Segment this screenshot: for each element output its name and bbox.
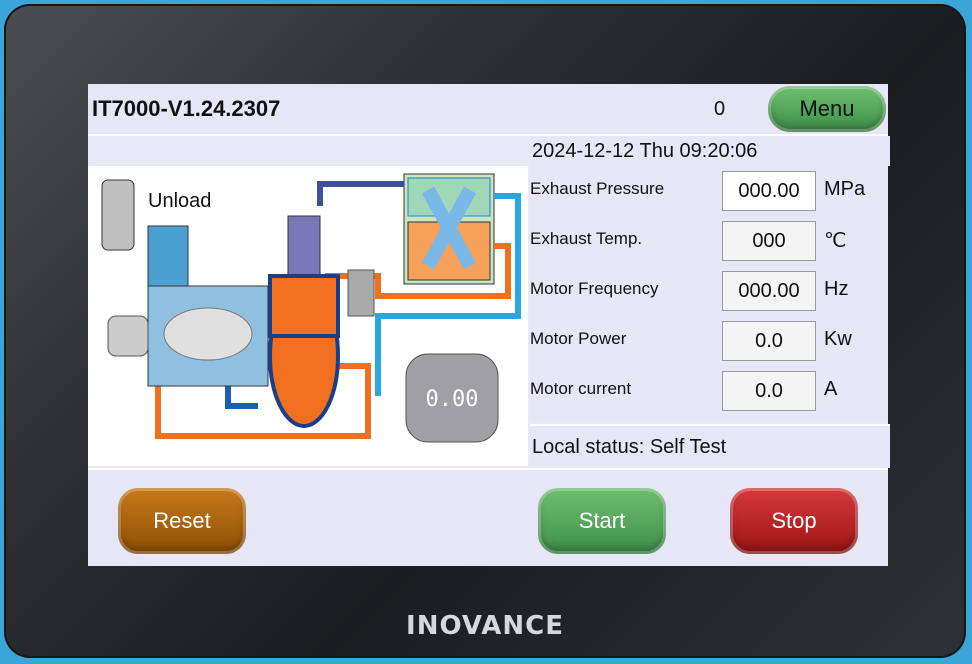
separator-icon [287, 215, 321, 277]
device-bezel: INOVANCE IT7000-V1.24.2307 0 Menu 2024-1… [4, 4, 966, 658]
local-status: Local status: Self Test [530, 424, 890, 468]
reading-unit: Kw [824, 328, 852, 350]
reset-button[interactable]: Reset [118, 488, 246, 554]
hmi-screen: IT7000-V1.24.2307 0 Menu 2024-12-12 Thu … [88, 84, 890, 566]
reading-value: 000.00 [722, 271, 816, 311]
reading-row-exhaust-pressure: Exhaust Pressure 000.00 MPa [530, 166, 888, 212]
mode-label: Unload [148, 190, 212, 212]
reading-value: 0.0 [722, 371, 816, 411]
alarm-counter: 0 [714, 98, 726, 120]
readings-panel: Exhaust Pressure 000.00 MPa Exhaust Temp… [530, 166, 888, 422]
reading-label: Motor Frequency [530, 279, 659, 298]
reading-label: Motor Power [530, 329, 627, 348]
menu-button[interactable]: Menu [768, 86, 886, 132]
motor-display: 0.00 [426, 387, 479, 412]
model-version: IT7000-V1.24.2307 [92, 96, 281, 121]
reading-value: 0.0 [722, 321, 816, 361]
header-bar: IT7000-V1.24.2307 0 Menu [88, 84, 888, 136]
reading-label: Exhaust Pressure [530, 179, 665, 198]
brand-logo: INOVANCE [406, 611, 564, 641]
date-time: 2024-12-12 Thu 09:20:06 [530, 136, 890, 166]
reading-label: Motor current [530, 379, 632, 398]
reading-value[interactable]: 000.00 [722, 171, 816, 211]
reading-value: 000 [722, 221, 816, 261]
reading-label: Exhaust Temp. [530, 229, 643, 248]
compressor-diagram: 0.00 Unload [88, 166, 528, 466]
reading-unit: Hz [824, 278, 849, 300]
reading-unit: A [824, 378, 838, 400]
start-button[interactable]: Start [538, 488, 666, 554]
reading-unit: MPa [824, 178, 866, 200]
reading-row-motor-current: Motor current 0.0 A [530, 366, 888, 412]
reading-unit: ℃ [824, 230, 847, 252]
stop-button[interactable]: Stop [730, 488, 858, 554]
reading-row-exhaust-temp: Exhaust Temp. 000 ℃ [530, 216, 888, 262]
reading-row-motor-frequency: Motor Frequency 000.00 Hz [530, 266, 888, 312]
button-bar: Reset Start Stop [88, 468, 888, 566]
reading-row-motor-power: Motor Power 0.0 Kw [530, 316, 888, 362]
